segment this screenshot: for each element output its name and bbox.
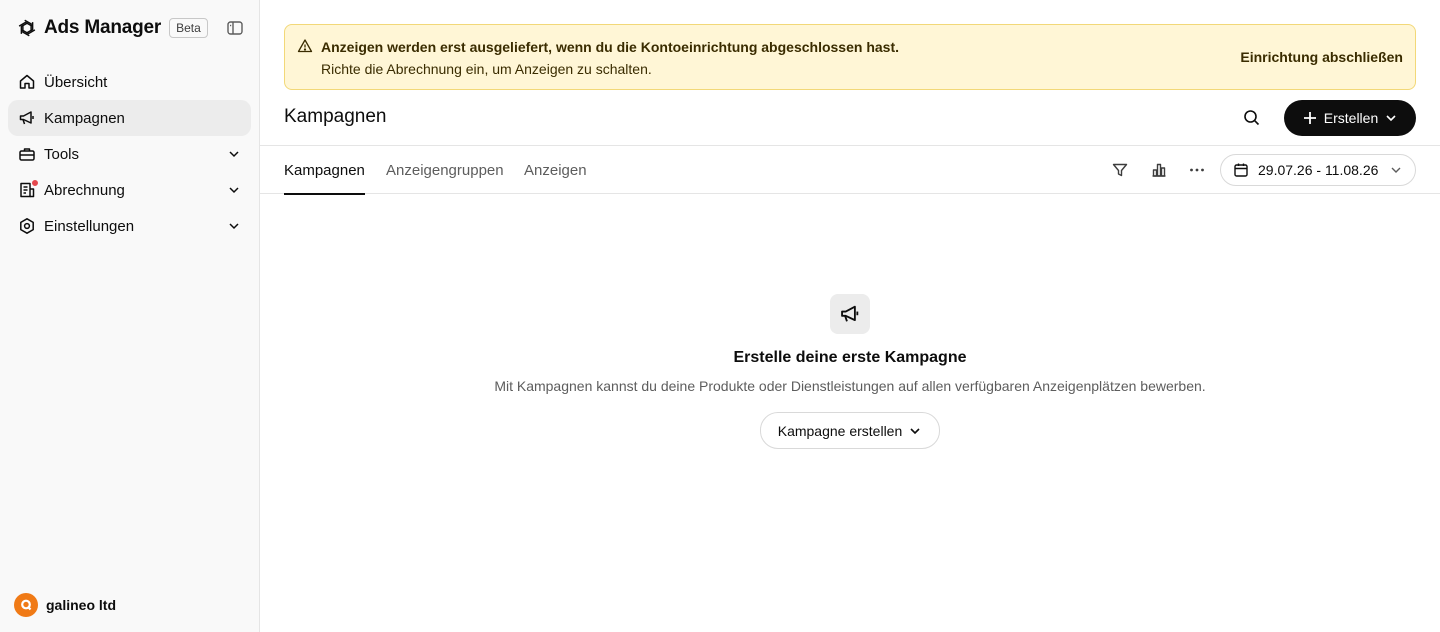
search-icon[interactable] bbox=[1242, 108, 1262, 128]
gear-icon bbox=[20, 218, 34, 234]
sidebar-item-label: Kampagnen bbox=[44, 109, 125, 127]
filter-icon[interactable] bbox=[1111, 161, 1129, 179]
date-range-label: 29.07.26 - 11.08.26 bbox=[1258, 162, 1379, 178]
page-title: Kampagnen bbox=[284, 106, 387, 127]
chevron-down-icon bbox=[229, 223, 239, 230]
sidebar: Ads Manager Beta Übersicht Kampagnen Too… bbox=[0, 0, 260, 632]
create-campaign-button[interactable]: Kampagne erstellen bbox=[760, 412, 940, 449]
create-campaign-label: Kampagne erstellen bbox=[777, 422, 903, 439]
billing-icon-wrap bbox=[18, 179, 39, 199]
plus-icon bbox=[1303, 112, 1316, 124]
sidebar-item-label: Übersicht bbox=[44, 73, 108, 91]
tab-anzeigengruppen[interactable]: Anzeigengruppen bbox=[386, 146, 504, 194]
tab-anzeigen[interactable]: Anzeigen bbox=[524, 146, 587, 194]
complete-setup-link[interactable]: Einrichtung abschließen bbox=[1240, 49, 1403, 65]
sidebar-item-abrechnung[interactable]: Abrechnung bbox=[8, 172, 251, 208]
app-name: Ads Manager bbox=[44, 17, 162, 38]
chevron-down-icon bbox=[1391, 167, 1401, 173]
megaphone-icon bbox=[19, 111, 34, 125]
chevron-down-icon bbox=[229, 187, 239, 194]
chevron-down-icon bbox=[910, 427, 920, 434]
chevron-down-icon bbox=[229, 151, 239, 158]
sidebar-toggle-icon[interactable] bbox=[226, 19, 244, 37]
more-icon[interactable] bbox=[1188, 161, 1206, 179]
calendar-icon bbox=[1234, 163, 1248, 177]
tab-kampagnen[interactable]: Kampagnen bbox=[284, 146, 365, 195]
banner-title: Anzeigen werden erst ausgeliefert, wenn … bbox=[321, 39, 899, 55]
home-icon bbox=[19, 74, 35, 89]
empty-state-icon-box bbox=[830, 294, 870, 334]
account-switcher[interactable]: galineo ltd bbox=[14, 593, 116, 617]
sidebar-item-einstellungen[interactable]: Einstellungen bbox=[8, 208, 251, 244]
toolbox-icon bbox=[19, 148, 35, 161]
create-button[interactable]: Erstellen bbox=[1284, 100, 1416, 136]
chevron-down-icon bbox=[1386, 115, 1396, 122]
empty-state-description: Mit Kampagnen kannst du deine Produkte o… bbox=[494, 378, 1206, 394]
empty-state-title: Erstelle deine erste Kampagne bbox=[733, 349, 967, 366]
sidebar-item-label: Abrechnung bbox=[44, 181, 125, 199]
account-name: galineo ltd bbox=[46, 597, 116, 613]
openai-logo-icon bbox=[18, 19, 36, 37]
megaphone-icon bbox=[841, 305, 859, 322]
sidebar-item-uebersicht[interactable]: Übersicht bbox=[8, 64, 251, 100]
main-content: Anzeigen werden erst ausgeliefert, wenn … bbox=[260, 0, 1440, 632]
beta-badge: Beta bbox=[169, 18, 208, 38]
avatar bbox=[14, 593, 38, 617]
brand[interactable]: Ads Manager Beta bbox=[16, 16, 208, 40]
sidebar-nav: Übersicht Kampagnen Tools Abrechnung Ein… bbox=[8, 64, 251, 244]
sidebar-item-label: Einstellungen bbox=[44, 217, 135, 235]
notification-dot bbox=[31, 179, 39, 187]
chart-icon[interactable] bbox=[1150, 161, 1168, 179]
sidebar-item-kampagnen[interactable]: Kampagnen bbox=[8, 100, 251, 136]
sidebar-item-label: Tools bbox=[44, 145, 80, 163]
create-button-label: Erstellen bbox=[1323, 110, 1379, 126]
sidebar-item-tools[interactable]: Tools bbox=[8, 136, 251, 172]
tab-bar: Kampagnen Anzeigengruppen Anzeigen 29.07… bbox=[260, 145, 1440, 195]
date-range-picker[interactable]: 29.07.26 - 11.08.26 bbox=[1220, 154, 1416, 186]
banner-subtitle: Richte die Abrechnung ein, um Anzeigen z… bbox=[321, 61, 652, 77]
account-logo-icon bbox=[21, 599, 32, 611]
warning-icon bbox=[297, 39, 313, 53]
setup-warning-banner: Anzeigen werden erst ausgeliefert, wenn … bbox=[284, 24, 1416, 90]
